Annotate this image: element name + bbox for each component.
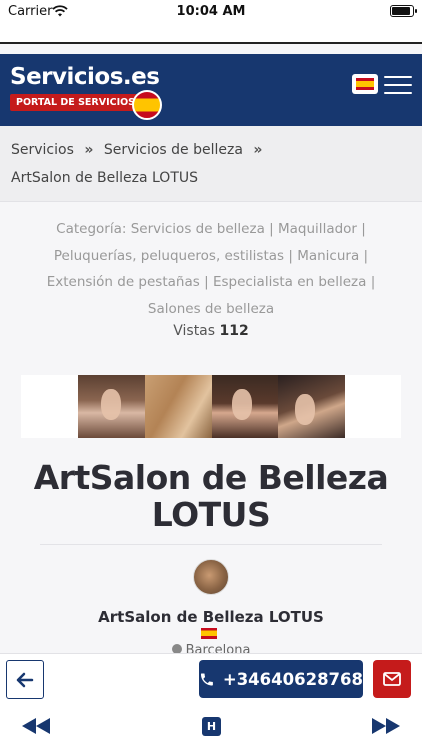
breadcrumb: Servicios » Servicios de belleza » ArtSa… <box>0 126 422 202</box>
divider <box>40 544 382 545</box>
back-button[interactable] <box>6 660 44 699</box>
hamburger-menu-icon[interactable] <box>384 76 412 94</box>
category-label: Categoría: <box>56 221 127 237</box>
status-bar: Carrier 10:04 AM <box>0 0 422 44</box>
email-button[interactable] <box>373 660 411 698</box>
category-link[interactable]: Especialista en belleza <box>213 274 366 290</box>
category-link[interactable]: Extensión de pestañas <box>47 274 200 290</box>
category-separator: | <box>288 247 293 264</box>
avatar[interactable] <box>193 559 229 595</box>
clock: 10:04 AM <box>176 4 246 19</box>
category-separator: | <box>204 274 209 290</box>
category-separator: | <box>361 221 366 237</box>
breadcrumb-link-belleza[interactable]: Servicios de belleza <box>104 142 243 158</box>
page-title: ArtSalon de Belleza LOTUS <box>33 458 389 534</box>
breadcrumb-separator: » <box>253 142 263 158</box>
views-label: Vistas <box>173 323 216 339</box>
category-separator: | <box>363 247 369 264</box>
breadcrumb-link-servicios[interactable]: Servicios <box>11 142 74 158</box>
category-link[interactable]: Salones de belleza <box>148 301 274 317</box>
category-link[interactable]: Maquillador <box>278 221 357 237</box>
battery-icon <box>390 5 417 17</box>
spain-flag-icon <box>201 628 217 639</box>
call-button[interactable]: +34640628768 <box>199 660 363 698</box>
profile-name[interactable]: ArtSalon de Belleza LOTUS <box>0 608 422 626</box>
mail-icon <box>383 672 401 686</box>
banner-photo <box>211 375 279 438</box>
spain-flag-icon <box>356 78 374 90</box>
banner-photo <box>78 375 145 438</box>
banner-photo <box>144 375 212 438</box>
salon-banner-image <box>78 375 345 438</box>
view-counter: Vistas 112 <box>0 323 422 339</box>
rewind-icon[interactable] <box>20 717 52 735</box>
category-link[interactable]: Peluquerías, peluqueros, estilistas <box>54 248 284 264</box>
logo-subtitle: PORTAL DE SERVICIOS <box>10 94 142 111</box>
breadcrumb-separator: » <box>84 142 94 158</box>
phone-number: +34640628768 <box>222 669 363 689</box>
fast-forward-icon[interactable] <box>370 717 402 735</box>
banner-photo <box>278 375 345 438</box>
site-logo[interactable]: Servicios.es PORTAL DE SERVICIOS <box>10 64 162 120</box>
category-link[interactable]: Servicios de belleza <box>131 221 265 237</box>
category-separator: | <box>269 221 274 237</box>
views-count: 112 <box>219 323 249 339</box>
logo-title: Servicios.es <box>10 64 160 90</box>
breadcrumb-current: ArtSalon de Belleza LOTUS <box>11 170 199 186</box>
home-button[interactable]: H <box>202 717 221 736</box>
category-separator: | <box>370 274 376 290</box>
language-selector[interactable] <box>352 74 378 94</box>
category-link[interactable]: Manicura <box>297 248 359 264</box>
arrow-left-icon <box>16 672 34 687</box>
spain-flag-badge-icon <box>132 90 162 120</box>
phone-icon <box>200 673 213 685</box>
category-list: Categoría: Servicios de belleza | Maquil… <box>30 216 392 322</box>
